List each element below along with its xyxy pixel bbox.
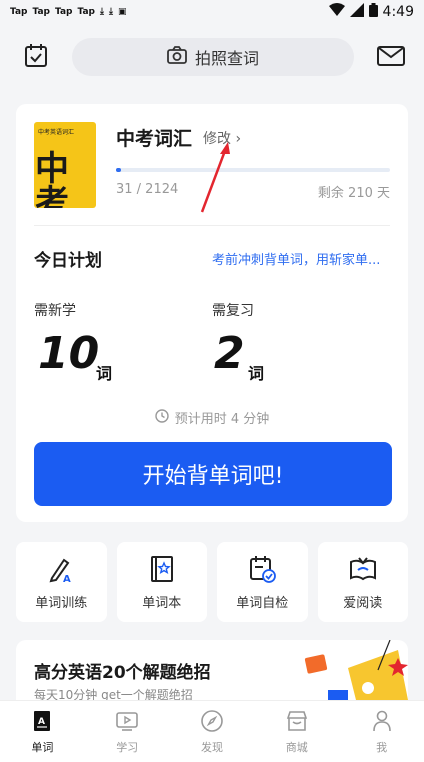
cover-big-text: 中考 (35, 149, 69, 208)
tab-label: 学习 (116, 740, 139, 754)
review-words-count: 2 (214, 328, 245, 379)
top-bar: 拍照查词 (0, 34, 424, 78)
svg-text:A: A (38, 717, 45, 727)
promo-title: 高分英语20个解题绝招 (34, 663, 211, 683)
app-notification-icon: ▣ (117, 7, 127, 17)
photo-search-button[interactable]: 拍照查词 (72, 38, 354, 76)
divider (34, 225, 390, 226)
signal-icon (349, 3, 364, 21)
promo-card[interactable]: 高分英语20个解题绝招 每天10分钟 get一个解题绝招 (16, 640, 408, 700)
start-learning-button[interactable]: 开始背单词吧! (34, 442, 392, 506)
star-book-icon (150, 555, 173, 582)
review-words-label: 需复习 (212, 303, 254, 319)
wordbook-title: 中考词汇 (116, 128, 193, 150)
tool-label: 爱阅读 (343, 595, 383, 611)
notification-item: Tap (10, 7, 28, 17)
cover-small-text: 中考英语词汇 (38, 129, 75, 136)
tools-row: A 单词训练 单词本 单词自检 爱阅读 (16, 542, 408, 622)
clock-time: 4:49 (382, 4, 414, 20)
plan-promo-link[interactable]: 考前冲刺背单词，用斩家单... (212, 249, 392, 268)
estimated-time-text: 预计用时 4 分钟 (174, 412, 270, 427)
clock-icon (155, 408, 169, 427)
camera-icon (167, 46, 187, 68)
progress-fill (116, 168, 122, 172)
battery-icon (368, 3, 378, 21)
progress-bar (116, 168, 390, 172)
new-words-count: 10 (38, 328, 100, 379)
status-bar: Tap Tap Tap Tap ⤓ ⤓ ▣ 4:49 (0, 0, 424, 24)
tool-wordbook[interactable]: 单词本 (116, 542, 207, 622)
tool-reading[interactable]: 爱阅读 (317, 542, 408, 622)
tool-label: 单词本 (142, 595, 182, 611)
tab-shop[interactable]: 商城 (254, 701, 339, 762)
video-icon (116, 711, 138, 731)
compass-icon (201, 709, 223, 732)
open-book-icon (349, 556, 376, 580)
new-words-unit: 词 (96, 364, 113, 383)
tab-label: 我 (376, 740, 388, 754)
status-notifications: Tap Tap Tap Tap ⤓ ⤓ ▣ (10, 7, 126, 17)
tool-self-check[interactable]: 单词自检 (217, 542, 308, 622)
download-icon: ⤓ (100, 7, 104, 17)
tab-study[interactable]: 学习 (85, 701, 170, 762)
tool-label: 单词训练 (35, 595, 88, 611)
store-icon (286, 710, 307, 731)
tool-label: 单词自检 (236, 595, 289, 611)
calendar-icon[interactable] (22, 42, 50, 70)
pencil-a-icon: A (49, 558, 71, 584)
tab-label: 商城 (285, 740, 308, 754)
progress-count: 31 / 2124 (116, 182, 179, 197)
wifi-icon (328, 3, 345, 21)
promo-subtitle: 每天10分钟 get一个解题绝招 (34, 688, 193, 700)
annotation-arrow-icon (200, 142, 230, 213)
review-words-unit: 词 (248, 364, 265, 383)
estimated-time: 预计用时 4 分钟 (16, 408, 408, 427)
words-book-icon: A (34, 710, 51, 731)
bottom-tab-bar: A 单词 学习 发现 商城 我 (0, 700, 424, 762)
svg-text:A: A (63, 574, 71, 584)
tab-words[interactable]: A 单词 (0, 701, 85, 762)
today-plan-title: 今日计划 (34, 251, 102, 271)
status-right: 4:49 (328, 3, 414, 21)
notification-item: Tap (55, 7, 73, 17)
tab-label: 发现 (200, 740, 223, 754)
tab-label: 单词 (31, 740, 54, 754)
notification-item: Tap (77, 7, 96, 17)
wordbook-cover[interactable]: 中考英语词汇 中考 (34, 122, 96, 208)
user-icon (372, 710, 391, 731)
photo-search-label: 拍照查词 (194, 49, 259, 68)
new-words-label: 需新学 (34, 303, 76, 319)
tool-word-training[interactable]: A 单词训练 (16, 542, 107, 622)
remaining-days: 剩余 210 天 (317, 186, 390, 201)
notification-item: Tap (32, 7, 51, 17)
mail-icon[interactable] (376, 44, 406, 68)
calendar-check-icon (250, 555, 277, 583)
tab-discover[interactable]: 发现 (170, 701, 255, 762)
tab-me[interactable]: 我 (339, 701, 424, 762)
download-icon: ⤓ (108, 7, 113, 17)
promo-illustration-icon (304, 640, 408, 700)
